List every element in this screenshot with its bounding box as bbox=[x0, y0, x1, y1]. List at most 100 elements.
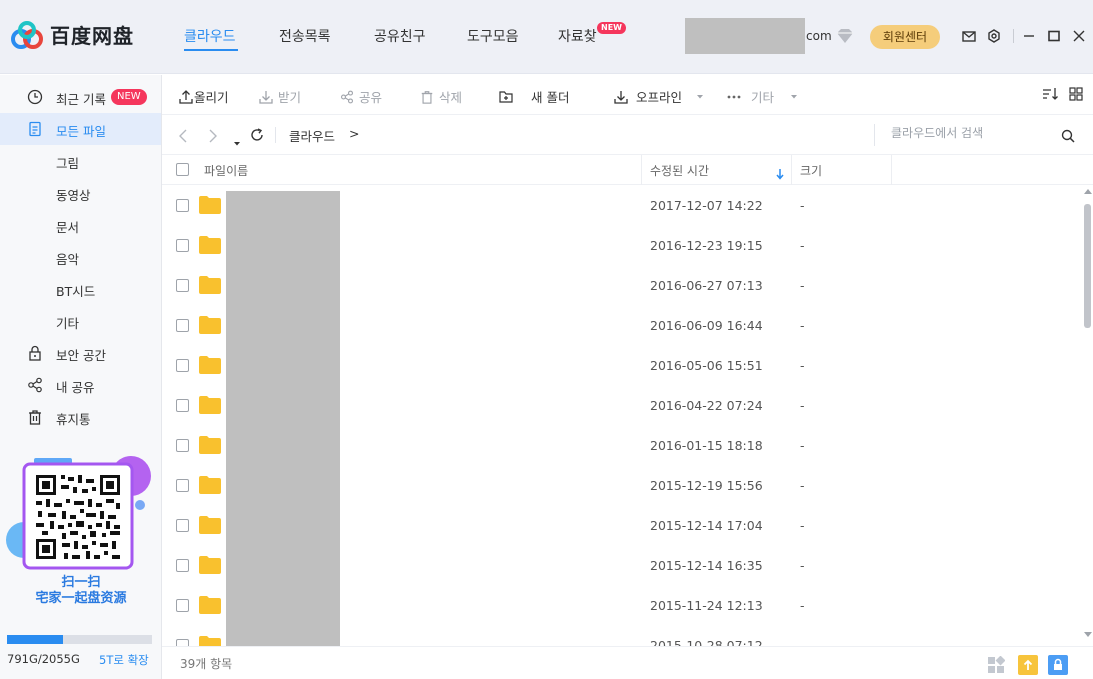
settings-gear-icon[interactable] bbox=[987, 28, 1001, 47]
expand-storage-link[interactable]: 5T로 확장 bbox=[99, 652, 149, 668]
breadcrumb-chevron[interactable]: > bbox=[349, 126, 359, 141]
row-modified-time: 2016-06-27 07:13 bbox=[650, 278, 763, 293]
back-arrow-icon[interactable] bbox=[178, 128, 188, 147]
more-dots-icon bbox=[727, 95, 741, 98]
row-checkbox[interactable] bbox=[176, 639, 189, 646]
maximize-icon[interactable] bbox=[1047, 28, 1061, 47]
nav-tab-share-friends[interactable]: 공유친구 bbox=[374, 26, 426, 46]
sidebar-item-images[interactable]: 그림 bbox=[0, 145, 161, 177]
upload-folder-icon[interactable] bbox=[1018, 655, 1038, 679]
sidebar-item-all-files[interactable]: 모든 파일 bbox=[0, 113, 161, 145]
column-header-modified[interactable]: 수정된 시간 bbox=[650, 162, 709, 179]
sidebar-item-other[interactable]: 기타 bbox=[0, 305, 161, 337]
search-input[interactable] bbox=[891, 126, 1051, 140]
nav-tab-tools[interactable]: 도구모음 bbox=[467, 26, 519, 46]
mail-icon[interactable] bbox=[962, 28, 976, 47]
grid-view-button[interactable] bbox=[1069, 87, 1083, 101]
column-header-name[interactable]: 파일이름 bbox=[204, 162, 248, 179]
sidebar-item-trash[interactable]: 휴지통 bbox=[0, 401, 161, 433]
row-checkbox[interactable] bbox=[176, 279, 189, 292]
folder-icon bbox=[199, 396, 221, 414]
path-divider bbox=[275, 127, 276, 143]
select-all-checkbox[interactable] bbox=[176, 163, 189, 176]
offline-download-button[interactable]: 오프라인 bbox=[614, 87, 704, 106]
sidebar-item-my-share[interactable]: 내 공유 bbox=[0, 369, 161, 401]
row-size: - bbox=[800, 278, 805, 293]
caret-down-icon[interactable] bbox=[696, 94, 704, 100]
row-modified-time: 2015-12-14 17:04 bbox=[650, 518, 763, 533]
document-icon bbox=[27, 121, 43, 137]
row-modified-time: 2015-10-28 07:12 bbox=[650, 638, 763, 646]
scrollbar-thumb[interactable] bbox=[1084, 204, 1091, 328]
sidebar-item-music[interactable]: 음악 bbox=[0, 241, 161, 273]
sidebar-item-torrents[interactable]: BT시드 bbox=[0, 273, 161, 305]
sidebar-item-documents[interactable]: 문서 bbox=[0, 209, 161, 241]
column-divider[interactable] bbox=[891, 155, 892, 185]
history-dropdown-icon[interactable] bbox=[233, 132, 241, 151]
row-checkbox[interactable] bbox=[176, 559, 189, 572]
new-folder-label: 새 폴더 bbox=[531, 90, 570, 105]
row-size: - bbox=[800, 558, 805, 573]
sidebar-item-safe-box[interactable]: 보안 공간 bbox=[0, 337, 161, 369]
row-checkbox[interactable] bbox=[176, 519, 189, 532]
vip-diamond-icon[interactable] bbox=[836, 28, 854, 48]
sort-icon bbox=[1043, 88, 1058, 100]
new-folder-button[interactable]: 새 폴더 bbox=[499, 87, 569, 106]
folder-icon bbox=[199, 436, 221, 454]
new-badge: NEW bbox=[111, 89, 147, 105]
user-account-redacted[interactable] bbox=[685, 18, 805, 54]
upload-label: 올리기 bbox=[194, 90, 229, 105]
row-checkbox[interactable] bbox=[176, 359, 189, 372]
forward-arrow-icon[interactable] bbox=[208, 128, 218, 147]
share-label: 공유 bbox=[359, 90, 383, 105]
delete-button[interactable]: 삭제 bbox=[420, 87, 462, 106]
storage-progress-bar bbox=[7, 635, 152, 644]
nav-tab-cloud[interactable]: 클라우드 bbox=[184, 26, 236, 46]
download-button[interactable]: 받기 bbox=[259, 87, 301, 106]
app-grid-icon[interactable] bbox=[987, 655, 1006, 678]
trash-icon bbox=[27, 409, 43, 425]
column-divider[interactable] bbox=[791, 155, 792, 185]
vertical-scrollbar[interactable] bbox=[1082, 186, 1093, 646]
more-button[interactable]: 기타 bbox=[727, 87, 798, 106]
trash-icon bbox=[421, 90, 433, 104]
sort-button[interactable] bbox=[1042, 87, 1058, 101]
file-table-header: 파일이름 수정된 시간 크기 bbox=[162, 155, 1093, 185]
row-checkbox[interactable] bbox=[176, 319, 189, 332]
row-size: - bbox=[800, 638, 805, 646]
caret-down-icon[interactable] bbox=[790, 94, 798, 100]
scroll-down-arrow-icon[interactable] bbox=[1084, 632, 1092, 637]
row-checkbox[interactable] bbox=[176, 479, 189, 492]
share-button[interactable]: 공유 bbox=[340, 87, 382, 106]
safe-lock-icon[interactable] bbox=[1048, 655, 1068, 679]
close-icon[interactable] bbox=[1072, 28, 1086, 47]
upload-button[interactable]: 올리기 bbox=[179, 87, 229, 106]
grid-view-icon bbox=[1069, 87, 1083, 101]
row-checkbox[interactable] bbox=[176, 239, 189, 252]
row-checkbox[interactable] bbox=[176, 439, 189, 452]
nav-tab-resources[interactable]: 자료찾 bbox=[558, 26, 597, 46]
row-checkbox[interactable] bbox=[176, 199, 189, 212]
minimize-icon[interactable] bbox=[1022, 28, 1036, 47]
app-logo[interactable]: 百度网盘 bbox=[11, 20, 134, 49]
sidebar-item-label: 내 공유 bbox=[56, 380, 95, 395]
row-modified-time: 2016-05-06 15:51 bbox=[650, 358, 763, 373]
sidebar-item-videos[interactable]: 동영상 bbox=[0, 177, 161, 209]
folder-icon bbox=[199, 236, 221, 254]
folder-icon bbox=[199, 316, 221, 334]
breadcrumb-cloud[interactable]: 클라우드 bbox=[289, 126, 335, 145]
column-header-size[interactable]: 크기 bbox=[800, 162, 822, 179]
sidebar-item-recent[interactable]: 최근 기록 NEW bbox=[0, 81, 161, 113]
refresh-icon[interactable] bbox=[250, 127, 264, 146]
row-checkbox[interactable] bbox=[176, 399, 189, 412]
share-icon bbox=[341, 90, 353, 103]
scroll-up-arrow-icon[interactable] bbox=[1084, 189, 1092, 194]
member-center-button[interactable]: 회원센터 bbox=[870, 25, 940, 49]
user-email-suffix: com bbox=[806, 29, 832, 43]
search-icon[interactable] bbox=[1061, 128, 1075, 147]
row-checkbox[interactable] bbox=[176, 599, 189, 612]
nav-tab-transfer-list[interactable]: 전송목록 bbox=[279, 26, 331, 46]
column-divider[interactable] bbox=[641, 155, 642, 185]
file-toolbar: 올리기 받기 공유 삭제 새 폴더 오프라인 기타 bbox=[162, 75, 1093, 115]
new-badge: NEW bbox=[597, 22, 626, 34]
